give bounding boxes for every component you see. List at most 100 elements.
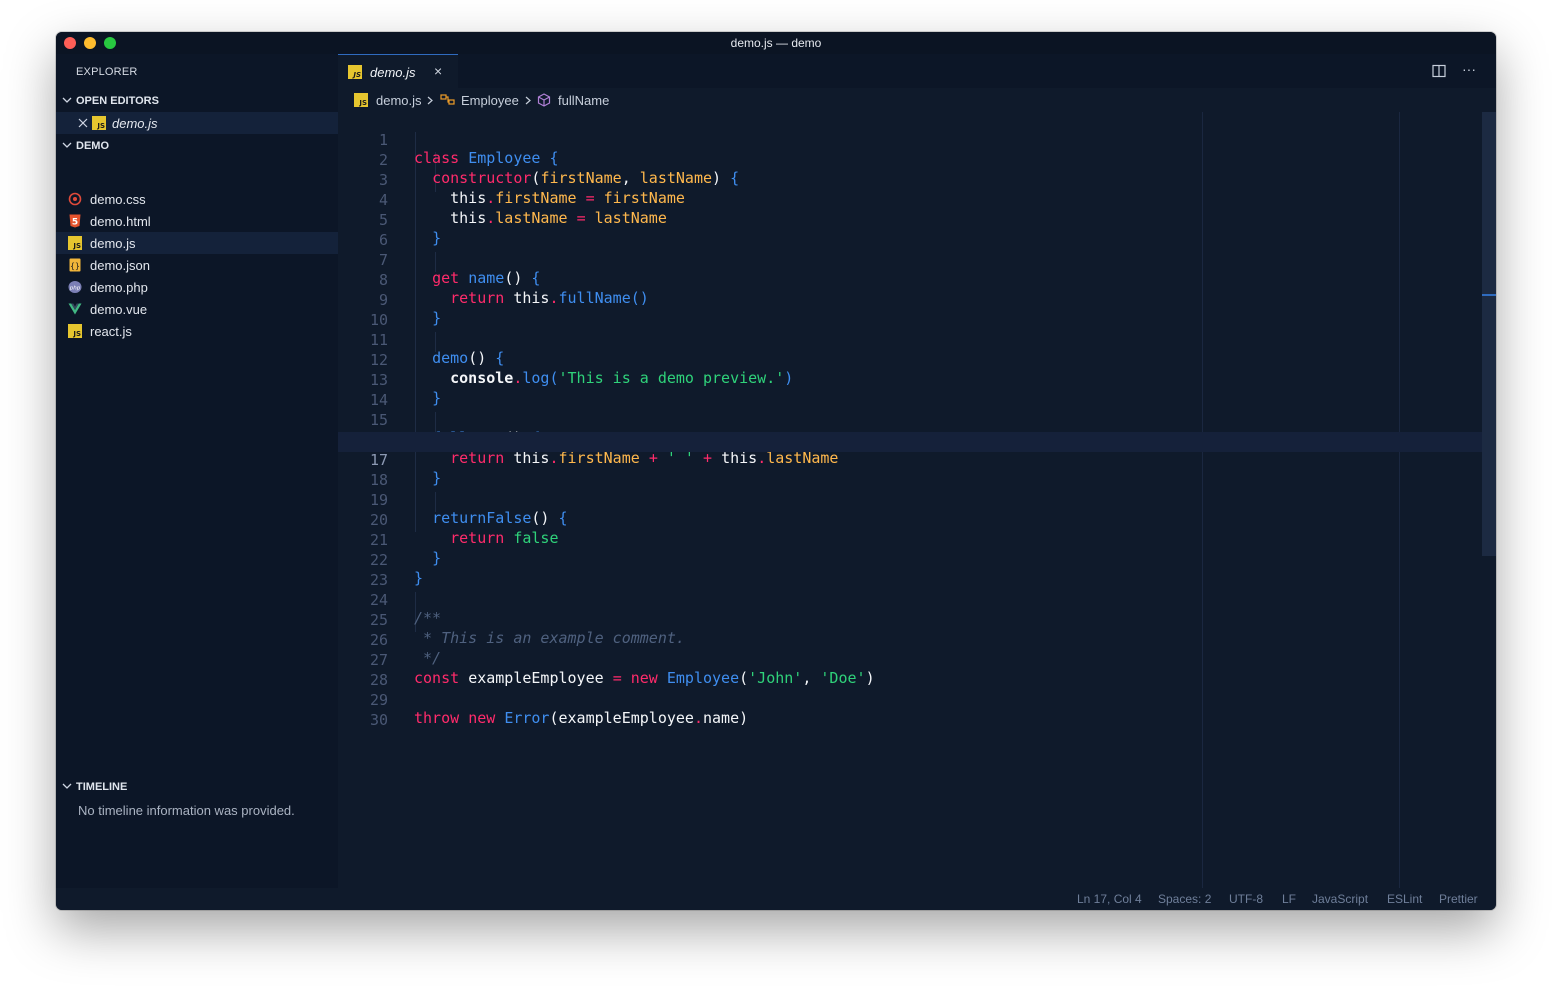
code-line: 27 const exampleEmployee = new Employee(… [338, 632, 1496, 687]
code-line: 26 */ [338, 612, 1496, 667]
file-label: demo.vue [90, 302, 148, 317]
code-line: 19 returnFalse() { [338, 472, 1496, 527]
file-label: demo.html [90, 214, 151, 229]
status-bar: Ln 17, Col 4 Spaces: 2 UTF-8 LF JavaScri… [56, 888, 1496, 910]
code-line: 9 } [338, 272, 1496, 327]
editor-window: demo.js — demo EXPLORER OPEN EDITORS JS … [56, 32, 1496, 910]
code-line: 24 /** [338, 572, 1496, 627]
scrollbar-cursor-marker [1482, 294, 1496, 296]
code-line: 13 } [338, 352, 1496, 407]
file-item-demo-json[interactable]: {} demo.json [56, 254, 338, 276]
timeline-message: No timeline information was provided. [78, 803, 295, 818]
code-line: 30 [338, 692, 1496, 729]
code-line: 7 get name() { [338, 232, 1496, 287]
title-bar: demo.js — demo [56, 32, 1496, 54]
svg-text:{}: {} [70, 262, 80, 271]
open-editors-label: OPEN EDITORS [76, 95, 159, 107]
file-label: demo.json [90, 258, 150, 273]
file-item-react-js[interactable]: JS react.js [56, 320, 338, 342]
chevron-down-icon [62, 142, 72, 148]
class-icon [440, 94, 455, 105]
file-item-demo-php[interactable]: php demo.php [56, 276, 338, 298]
method-icon [537, 93, 551, 107]
status-encoding[interactable]: UTF-8 [1229, 892, 1263, 906]
js-icon: JS [68, 324, 82, 338]
svg-text:5: 5 [72, 218, 78, 228]
close-icon[interactable]: × [434, 63, 442, 79]
css-icon [68, 192, 82, 206]
code-line: 11 demo() { [338, 312, 1496, 367]
code-line: 21 } [338, 512, 1496, 567]
code-line: 5 } [338, 192, 1496, 247]
line-number: 30 [369, 711, 388, 729]
code-line: 28 [338, 652, 1496, 689]
explorer-sidebar: EXPLORER OPEN EDITORS JS demo.js DEMO de… [56, 54, 338, 888]
code-line: 1 class Employee { [338, 112, 1496, 167]
code-line: 29 throw new Error(exampleEmployee.name) [338, 672, 1496, 727]
js-icon: JS [68, 236, 82, 250]
close-icon[interactable] [78, 118, 88, 128]
js-icon: JS [348, 65, 362, 79]
code-line: 25 * This is an example comment. [338, 592, 1496, 647]
breadcrumb-member[interactable]: fullName [558, 93, 609, 108]
file-label: demo.js [90, 236, 136, 251]
code-line: 6 [338, 212, 1496, 249]
status-language[interactable]: JavaScript [1312, 892, 1368, 906]
split-editor-icon[interactable] [1432, 64, 1446, 78]
status-linter[interactable]: ESLint [1387, 892, 1422, 906]
tab-bar: JS demo.js × ··· [338, 54, 1496, 88]
code-editor[interactable]: 1 class Employee { 2 constructor(firstNa… [338, 112, 1496, 888]
tab-label: demo.js [370, 65, 416, 80]
code-line-current: 17 } [338, 432, 1496, 487]
code-line: 12 console.log('This is a demo preview.'… [338, 332, 1496, 387]
code-line: 8 return this.fullName() [338, 252, 1496, 307]
chevron-down-icon [62, 97, 72, 103]
code-line: 23 [338, 552, 1496, 589]
explorer-header: EXPLORER [76, 66, 138, 78]
folder-section[interactable]: DEMO [56, 137, 338, 157]
code-line: 2 constructor(firstName, lastName) { [338, 132, 1496, 187]
status-formatter[interactable]: Prettier [1439, 892, 1478, 906]
open-editor-label: demo.js [112, 116, 158, 131]
file-item-demo-vue[interactable]: demo.vue [56, 298, 338, 320]
file-label: demo.css [90, 192, 146, 207]
code-line: 15 fullName() { [338, 392, 1496, 447]
breadcrumb-file[interactable]: demo.js [376, 93, 422, 108]
status-indentation[interactable]: Spaces: 2 [1158, 892, 1211, 906]
file-item-demo-css[interactable]: demo.css [56, 188, 338, 210]
breadcrumb-class[interactable]: Employee [461, 93, 519, 108]
open-editor-item[interactable]: JS demo.js [56, 112, 338, 134]
html5-icon: 5 [69, 214, 81, 228]
svg-text:php: php [69, 286, 81, 292]
code-line: 18 [338, 452, 1496, 489]
code-line: 3 this.firstName = firstName [338, 152, 1496, 207]
code-line: 10 [338, 292, 1496, 329]
timeline-section[interactable]: TIMELINE [56, 778, 338, 798]
status-eol[interactable]: LF [1282, 892, 1296, 906]
chevron-down-icon [62, 783, 72, 789]
folder-label: DEMO [76, 140, 109, 152]
tab-demo-js[interactable]: JS demo.js × [338, 54, 458, 88]
code-line: 16 return this.firstName + ' ' + this.la… [338, 412, 1496, 467]
timeline-label: TIMELINE [76, 781, 128, 793]
file-item-demo-html[interactable]: 5 demo.html [56, 210, 338, 232]
chevron-right-icon [525, 96, 531, 105]
file-item-demo-js[interactable]: JS demo.js [56, 232, 338, 254]
js-icon: JS [92, 116, 106, 130]
vertical-scrollbar[interactable] [1482, 112, 1496, 556]
js-icon: JS [354, 93, 368, 107]
file-label: demo.php [90, 280, 148, 295]
code-line: 20 return false [338, 492, 1496, 547]
breadcrumb: JS demo.js Employee fullName [338, 88, 1496, 112]
chevron-right-icon [427, 96, 433, 105]
status-cursor-position[interactable]: Ln 17, Col 4 [1077, 892, 1142, 906]
code-line: 14 [338, 372, 1496, 409]
json-icon: {} [69, 258, 81, 272]
window-title: demo.js — demo [730, 36, 822, 50]
php-icon: php [68, 281, 82, 293]
file-label: react.js [90, 324, 132, 339]
code-line: 22 } [338, 532, 1496, 587]
open-editors-section[interactable]: OPEN EDITORS [56, 92, 338, 112]
code-line: 4 this.lastName = lastName [338, 172, 1496, 227]
more-actions-icon[interactable]: ··· [1462, 61, 1476, 77]
